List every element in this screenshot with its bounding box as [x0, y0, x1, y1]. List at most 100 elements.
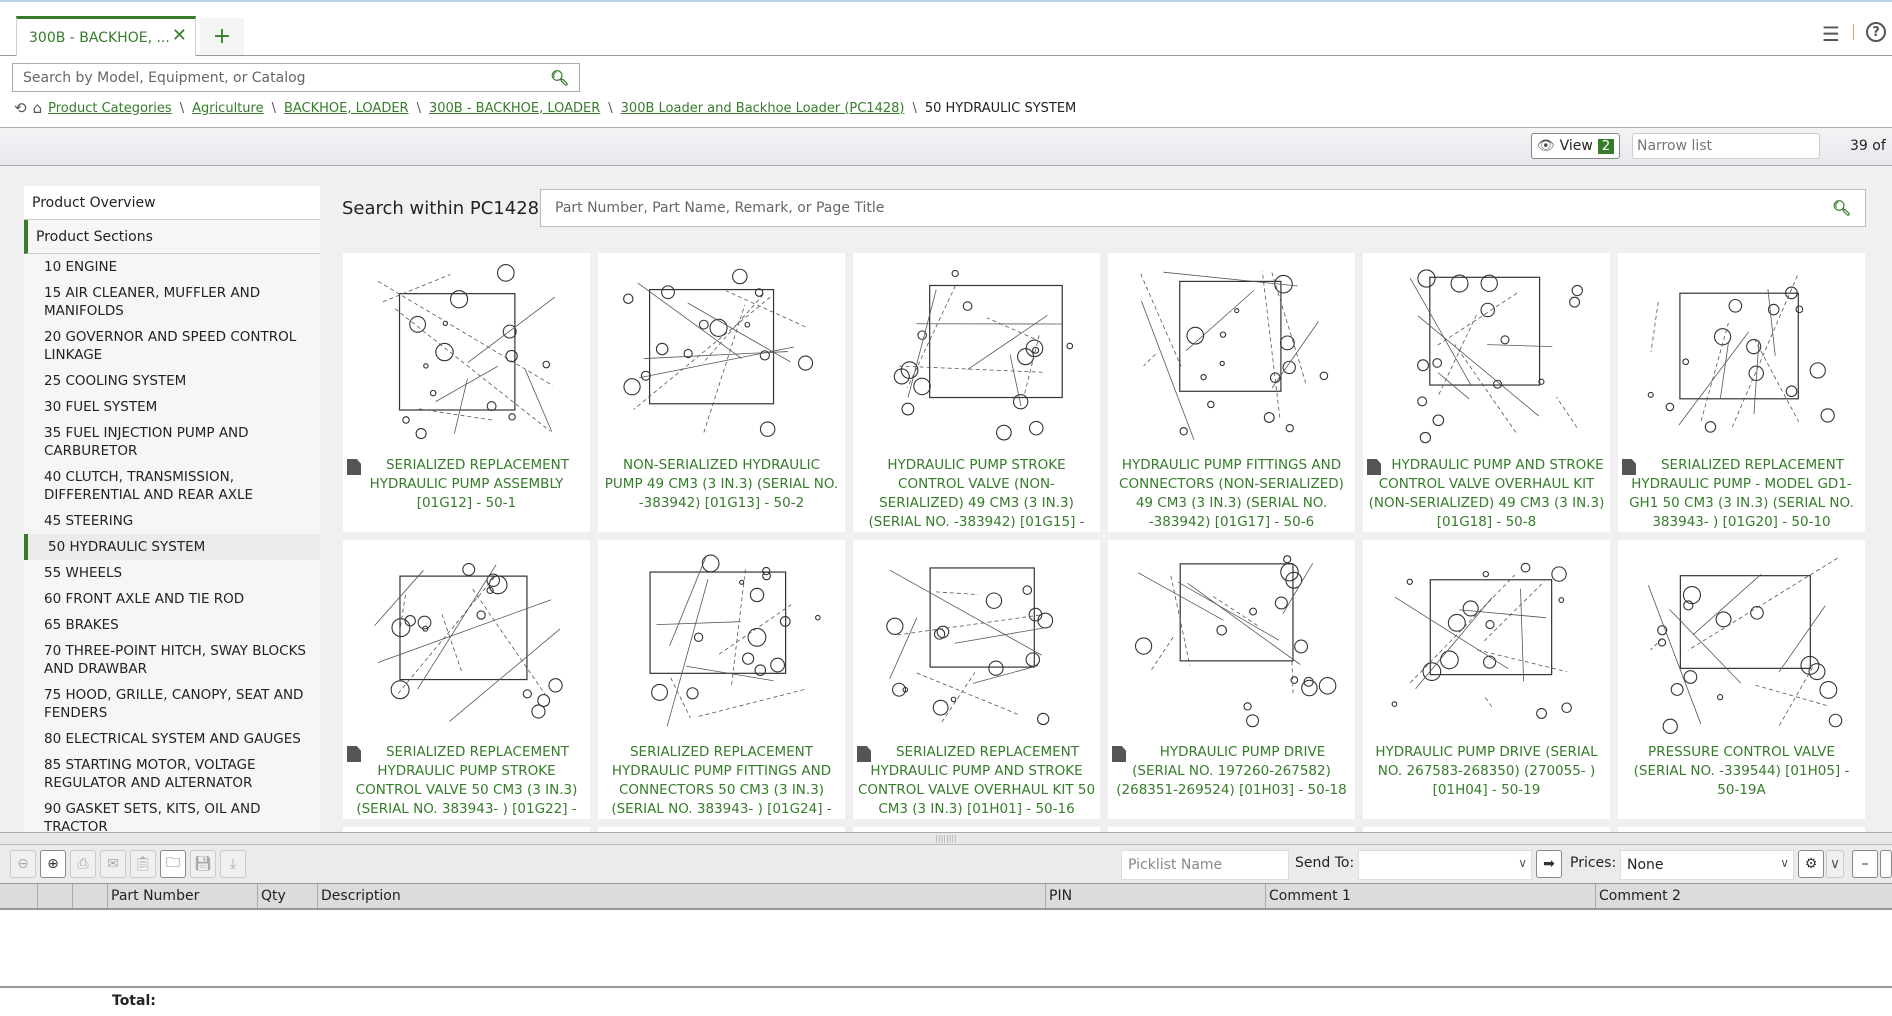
- download-icon[interactable]: ⤓: [220, 850, 246, 878]
- help-icon[interactable]: ?: [1866, 22, 1886, 42]
- add-tab-button[interactable]: +: [200, 18, 244, 55]
- illustration-thumbnail: [1409, 269, 1583, 444]
- breadcrumb-link[interactable]: Agriculture: [192, 101, 264, 116]
- sidebar-item[interactable]: 50 HYDRAULIC SYSTEM: [24, 534, 320, 560]
- sidebar-item[interactable]: 20 GOVERNOR AND SPEED CONTROL LINKAGE: [24, 324, 320, 368]
- card-title: SERIALIZED REPLACEMENT HYDRAULIC PUMP FI…: [611, 744, 832, 817]
- sidebar-item[interactable]: 10 ENGINE: [24, 254, 320, 280]
- resize-handle[interactable]: ||||||||: [0, 832, 1892, 845]
- sidebar-item[interactable]: 40 CLUTCH, TRANSMISSION, DIFFERENTIAL AN…: [24, 464, 320, 508]
- sidebar-item[interactable]: 45 STEERING: [24, 508, 320, 534]
- illustration-card[interactable]: SERIALIZED REPLACEMENT HYDRAULIC PUMP AN…: [853, 540, 1100, 819]
- illustration-card[interactable]: SERIALIZED REPLACEMENT HYDRAULIC PUMP - …: [1618, 253, 1865, 532]
- card-title: SERIALIZED REPLACEMENT HYDRAULIC PUMP ST…: [355, 744, 578, 817]
- narrow-list-input[interactable]: [1632, 133, 1820, 159]
- card-title: HYDRAULIC PUMP AND STROKE CONTROL VALVE …: [1368, 457, 1605, 530]
- search-icon[interactable]: 🔍︎: [550, 69, 569, 87]
- column-part-number[interactable]: Part Number: [107, 884, 257, 908]
- column-description[interactable]: Description: [317, 884, 1045, 908]
- illustration-thumbnail: [886, 567, 1054, 726]
- illustration-card[interactable]: HYDRAULIC PUMP STROKE CONTROL VALVE (NON…: [853, 253, 1100, 532]
- minimize-icon[interactable]: –: [1852, 850, 1878, 878]
- sidebar-item[interactable]: 75 HOOD, GRILLE, CANOPY, SEAT AND FENDER…: [24, 682, 320, 726]
- illustration-card[interactable]: NON-SERIALIZED HYDRAULIC PUMP 49 CM3 (3 …: [598, 253, 845, 532]
- column-comment-1[interactable]: Comment 1: [1265, 884, 1595, 908]
- illustration-thumbnail: [1134, 555, 1337, 728]
- sidebar-item[interactable]: 90 GASKET SETS, KITS, OIL AND TRACTOR: [24, 796, 320, 832]
- sidebar-item[interactable]: 65 BRAKES: [24, 612, 320, 638]
- picklist-toolbar: ⊖ ⊕ ⎙ ✉ 📋︎ 🗀 💾︎ ⤓ Send To: ∨ ➡︎ Prices: …: [0, 845, 1892, 884]
- sidebar-item[interactable]: 55 WHEELS: [24, 560, 320, 586]
- arrow-right-icon: ➡︎: [1543, 856, 1555, 872]
- prices-value: None: [1627, 857, 1664, 873]
- breadcrumb-current: 50 HYDRAULIC SYSTEM: [924, 100, 1077, 116]
- breadcrumb-link[interactable]: BACKHOE, LOADER: [284, 101, 409, 116]
- column-pin[interactable]: PIN: [1045, 884, 1265, 908]
- section-list: 10 ENGINE 15 AIR CLEANER, MUFFLER AND MAN…: [24, 254, 320, 832]
- folder-icon[interactable]: 🗀: [160, 850, 186, 878]
- sidebar-item[interactable]: 80 ELECTRICAL SYSTEM AND GAUGES: [24, 726, 320, 752]
- sidebar-item[interactable]: 70 THREE-POINT HITCH, SWAY BLOCKS AND DR…: [24, 638, 320, 682]
- column: [72, 884, 107, 908]
- illustration-card[interactable]: HYDRAULIC PUMP DRIVE (SERIAL NO. 197260-…: [1108, 540, 1355, 819]
- card-title: SERIALIZED REPLACEMENT HYDRAULIC PUMP - …: [1629, 457, 1854, 530]
- select-column: [0, 884, 37, 908]
- chevron-down-icon: ∨: [1518, 856, 1527, 870]
- illustration-card[interactable]: HYDRAULIC PUMP DRIVE (SERIAL NO. 267583-…: [1363, 540, 1610, 819]
- global-search: 🔍︎: [12, 63, 580, 92]
- sidebar-item[interactable]: 30 FUEL SYSTEM: [24, 394, 320, 420]
- sidebar-item[interactable]: 85 STARTING MOTOR, VOLTAGE REGULATOR AND…: [24, 752, 320, 796]
- separator: \: [416, 100, 421, 116]
- search-within-input[interactable]: [555, 200, 1832, 216]
- panel-button[interactable]: [1880, 850, 1892, 878]
- email-icon[interactable]: ✉: [100, 850, 126, 878]
- breadcrumb-link[interactable]: 300B - BACKHOE, LOADER: [429, 101, 600, 116]
- print-icon[interactable]: ⎙: [70, 850, 96, 878]
- breadcrumb-link[interactable]: Product Categories: [48, 101, 172, 116]
- illustration-card[interactable]: SERIALIZED REPLACEMENT HYDRAULIC PUMP AS…: [343, 253, 590, 532]
- separator: \: [912, 100, 917, 116]
- illustration-thumbnail: [623, 268, 814, 437]
- view-button[interactable]: 👁︎ View 2: [1531, 133, 1620, 159]
- card-title: HYDRAULIC PUMP DRIVE (SERIAL NO. 267583-…: [1375, 744, 1598, 798]
- column-qty[interactable]: Qty: [257, 884, 317, 908]
- add-icon[interactable]: ⊕: [40, 850, 66, 878]
- illustration-thumbnail: [1647, 557, 1843, 734]
- breadcrumb-link[interactable]: 300B Loader and Backhoe Loader (PC1428): [621, 101, 905, 116]
- send-to-select[interactable]: ∨: [1358, 850, 1532, 880]
- sidebar-product-sections[interactable]: Product Sections: [24, 220, 320, 254]
- card-title: HYDRAULIC PUMP STROKE CONTROL VALVE (NON…: [868, 457, 1085, 530]
- divider: [0, 55, 1892, 56]
- illustration-thumbnail: [377, 264, 556, 440]
- illustration-card[interactable]: HYDRAULIC PUMP AND STROKE CONTROL VALVE …: [1363, 253, 1610, 532]
- clipboard-icon[interactable]: 📋︎: [130, 850, 156, 878]
- close-icon[interactable]: ✕: [172, 25, 187, 46]
- history-icon[interactable]: ⟲: [14, 99, 27, 117]
- sidebar-item[interactable]: 15 AIR CLEANER, MUFFLER AND MANIFOLDS: [24, 280, 320, 324]
- send-arrow-button[interactable]: ➡︎: [1536, 850, 1562, 878]
- gear-icon[interactable]: ⚙: [1798, 850, 1824, 878]
- tab-catalog[interactable]: 300B - BACKHOE, ... ✕: [16, 16, 196, 56]
- illustration-card[interactable]: SERIALIZED REPLACEMENT HYDRAULIC PUMP FI…: [598, 540, 845, 819]
- top-border: [0, 0, 1892, 2]
- save-icon[interactable]: 💾︎: [190, 850, 216, 878]
- home-icon[interactable]: ⌂: [33, 99, 43, 117]
- picklist-name-input[interactable]: [1121, 850, 1289, 880]
- sidebar-product-overview[interactable]: Product Overview: [24, 186, 320, 220]
- separator: \: [608, 100, 613, 116]
- prices-select[interactable]: None ∨: [1620, 850, 1794, 880]
- remove-icon[interactable]: ⊖: [10, 850, 36, 878]
- illustration-card[interactable]: HYDRAULIC PUMP FITTINGS AND CONNECTORS (…: [1108, 253, 1355, 532]
- illustration-card[interactable]: SERIALIZED REPLACEMENT HYDRAULIC PUMP ST…: [343, 540, 590, 819]
- sidebar-item[interactable]: 60 FRONT AXLE AND TIE ROD: [24, 586, 320, 612]
- chevron-down-icon[interactable]: ∨: [1826, 850, 1844, 878]
- sidebar-item[interactable]: 25 COOLING SYSTEM: [24, 368, 320, 394]
- sidebar-item[interactable]: 35 FUEL INJECTION PUMP AND CARBURETOR: [24, 420, 320, 464]
- card-title: NON-SERIALIZED HYDRAULIC PUMP 49 CM3 (3 …: [604, 457, 839, 511]
- card-title: HYDRAULIC PUMP FITTINGS AND CONNECTORS (…: [1119, 457, 1344, 530]
- search-icon[interactable]: 🔍︎: [1832, 199, 1851, 217]
- column-comment-2[interactable]: Comment 2: [1595, 884, 1892, 908]
- illustration-card[interactable]: PRESSURE CONTROL VALVE (SERIAL NO. -3395…: [1618, 540, 1865, 819]
- hamburger-icon[interactable]: ☰: [1822, 22, 1840, 46]
- global-search-input[interactable]: [23, 69, 550, 86]
